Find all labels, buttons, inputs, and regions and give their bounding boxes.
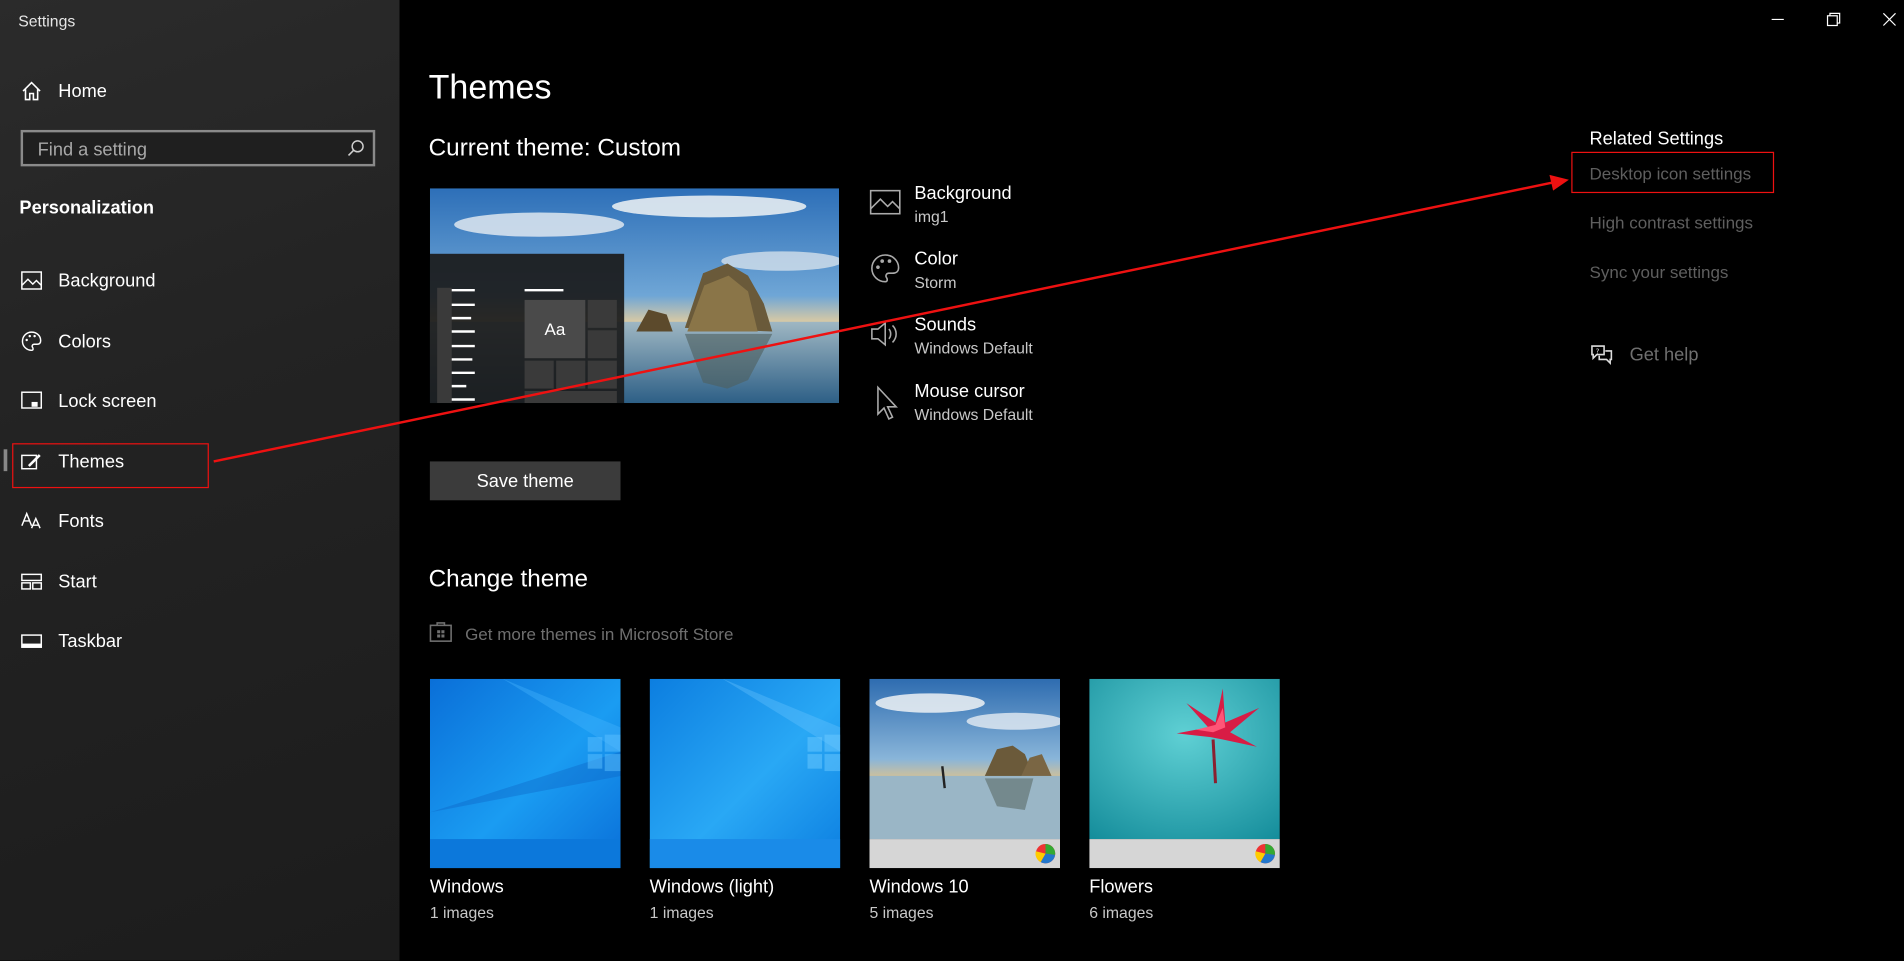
annotation-arrow [213, 174, 1569, 463]
